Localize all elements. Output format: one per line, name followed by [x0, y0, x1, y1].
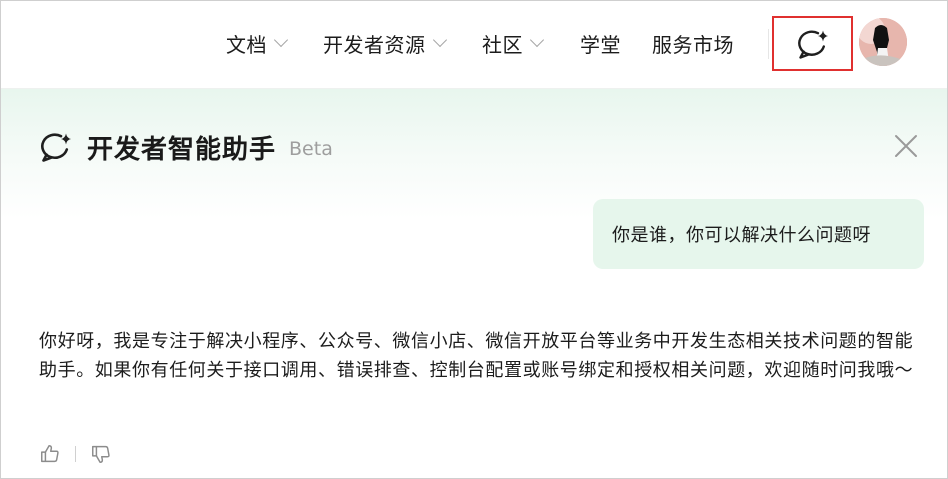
top-navigation: 文档 开发者资源 社区 学堂 服务市场 [1, 1, 947, 87]
thumbs-up-icon[interactable] [39, 443, 61, 465]
chat-sparkle-icon [797, 30, 828, 59]
nav-item-community-label: 社区 [482, 32, 523, 57]
nav-item-service-market[interactable]: 服务市场 [652, 29, 734, 57]
close-icon [895, 135, 917, 157]
assistant-toggle-button[interactable] [772, 16, 853, 71]
close-panel-button[interactable] [891, 131, 921, 161]
chevron-down-icon [273, 32, 289, 48]
thumbs-down-icon[interactable] [90, 443, 112, 465]
nav-item-academy-label: 学堂 [580, 32, 621, 57]
nav-item-docs-label: 文档 [226, 32, 267, 57]
feedback-bar [39, 442, 112, 466]
beta-badge: Beta [289, 137, 333, 160]
chevron-down-icon [432, 32, 447, 48]
nav-item-developer-resources-label: 开发者资源 [323, 32, 426, 57]
avatar-photo [859, 18, 907, 66]
user-message-bubble: 你是谁，你可以解决什么问题呀 [593, 199, 924, 269]
user-message-text: 你是谁，你可以解决什么问题呀 [612, 225, 871, 246]
chevron-down-icon [529, 32, 545, 48]
nav-divider [768, 29, 769, 59]
nav-item-docs[interactable]: 文档 [226, 29, 289, 57]
user-avatar[interactable] [859, 18, 907, 66]
assistant-panel: 开发者智能助手 Beta 你是谁，你可以解决什么问题呀 你好呀，我是专注于解决小… [1, 88, 947, 478]
panel-header: 开发者智能助手 Beta [39, 129, 333, 165]
panel-title: 开发者智能助手 [87, 134, 277, 165]
nav-item-service-market-label: 服务市场 [652, 32, 734, 57]
assistant-reply-text: 你好呀，我是专注于解决小程序、公众号、微信小店、微信开放平台等业务中开发生态相关… [39, 331, 914, 381]
nav-item-developer-resources[interactable]: 开发者资源 [323, 29, 447, 57]
chat-sparkle-icon [41, 133, 71, 162]
feedback-divider [75, 446, 76, 462]
nav-item-academy[interactable]: 学堂 [580, 29, 621, 57]
nav-item-community[interactable]: 社区 [482, 29, 545, 57]
